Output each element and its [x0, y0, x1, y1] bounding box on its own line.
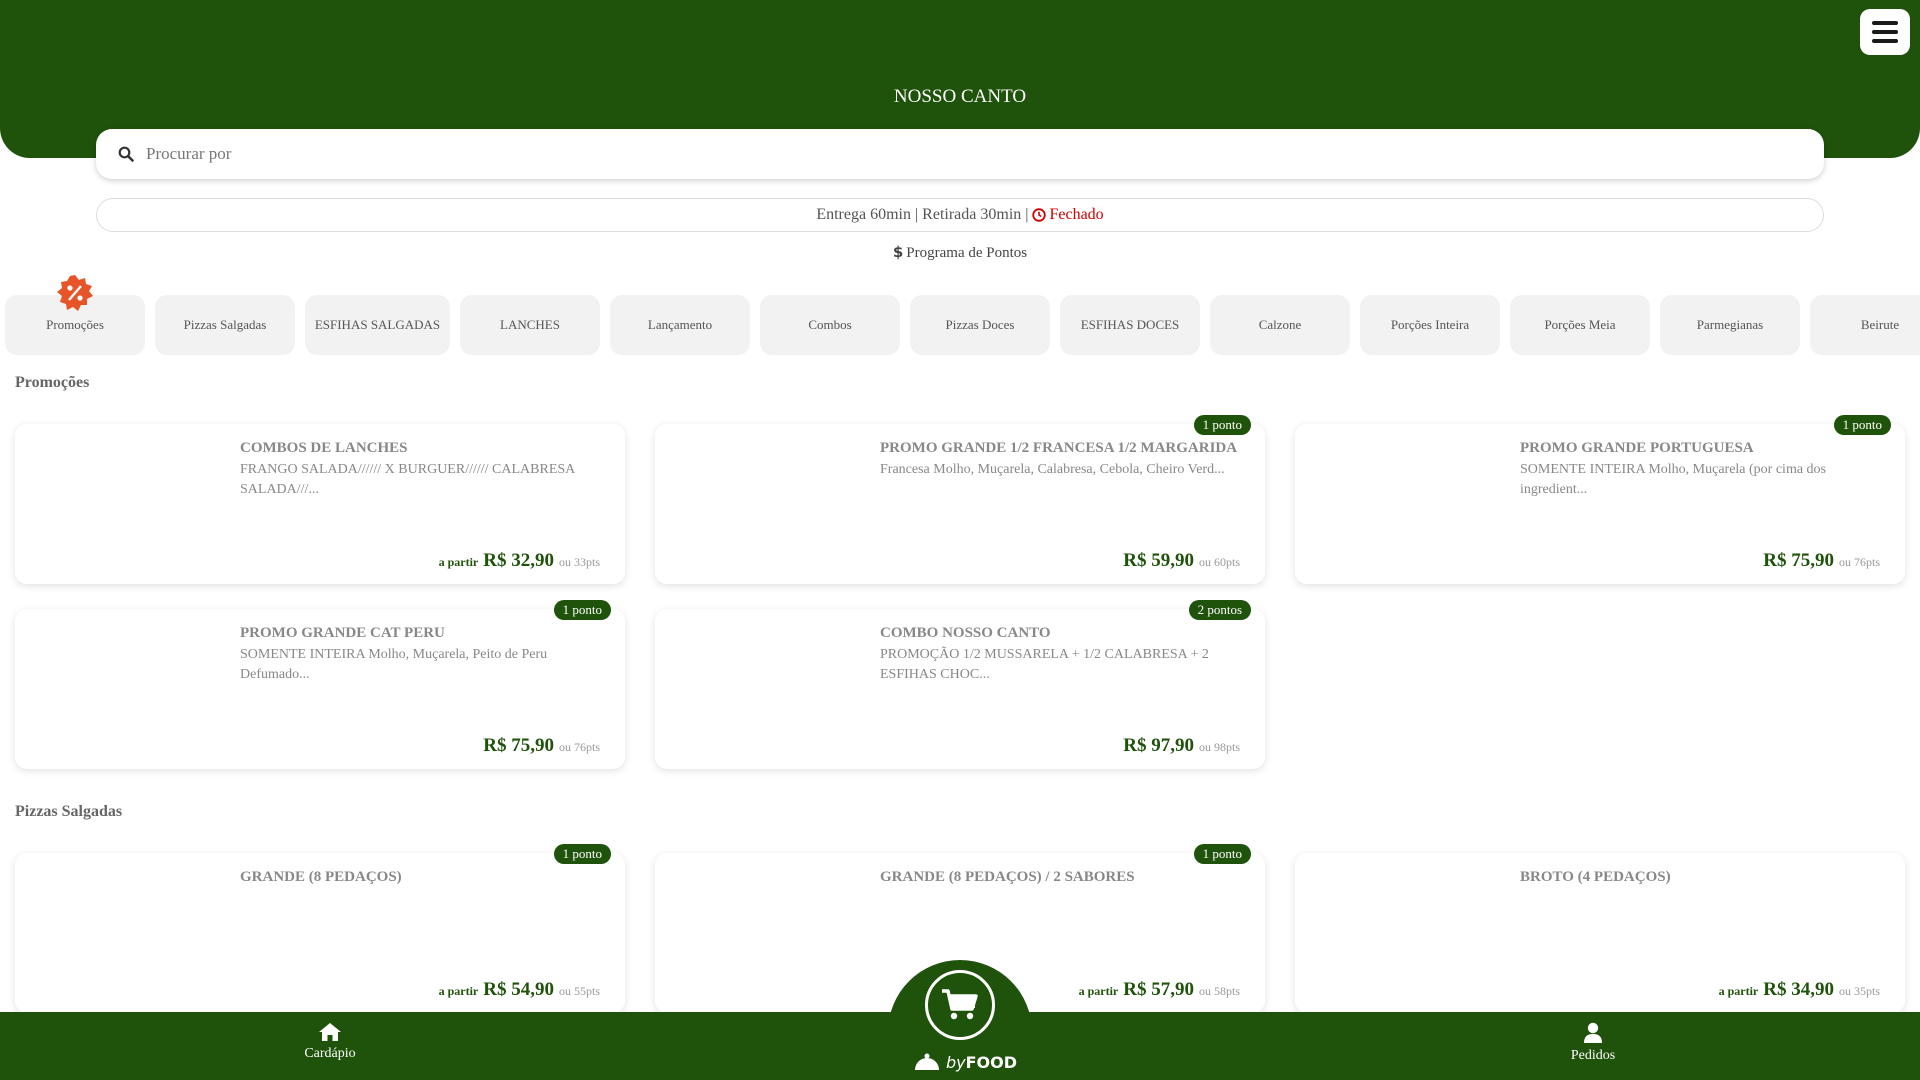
loyalty-program-link[interactable]: $ Programa de Pontos — [0, 243, 1920, 262]
search-box[interactable] — [96, 129, 1824, 179]
discount-badge-icon — [57, 275, 93, 311]
points-badge: 1 ponto — [1193, 844, 1251, 864]
points-badge: 1 ponto — [553, 844, 611, 864]
category-chip-calzone[interactable]: Calzone — [1210, 295, 1350, 355]
product-name: GRANDE (8 PEDAÇOS) / 2 SABORES — [880, 869, 1135, 885]
clock-icon — [1032, 208, 1047, 222]
category-chip-beirute[interactable]: Beirute — [1810, 295, 1920, 355]
product-price: a partir R$ 32,90 ou 33pts — [438, 550, 600, 571]
points-badge: 1 ponto — [1193, 415, 1251, 435]
product-description: FRANGO SALADA////// X BURGUER////// CALA… — [240, 462, 575, 497]
product-card[interactable]: 1 ponto PROMO GRANDE 1/2 FRANCESA 1/2 MA… — [655, 415, 1265, 584]
category-chip-lanches[interactable]: LANCHES — [460, 295, 600, 355]
category-chip-esfihas-doces[interactable]: ESFIHAS DOCES — [1060, 295, 1200, 355]
category-chip-porcoes-meia[interactable]: Porções Meia — [1510, 295, 1650, 355]
product-name: PROMO GRANDE CAT PERU — [240, 625, 445, 641]
product-name: COMBO NOSSO CANTO — [880, 625, 1051, 641]
search-input[interactable] — [146, 144, 1646, 164]
product-description: PROMOÇÃO 1/2 MUSSARELA + 1/2 CALABRESA +… — [880, 647, 1209, 682]
home-icon — [319, 1023, 341, 1041]
product-card[interactable]: BROTO (4 PEDAÇOS) a partir R$ 34,90 ou 3… — [1295, 853, 1905, 1013]
product-description: SOMENTE INTEIRA Molho, Muçarela, Peito d… — [240, 647, 548, 682]
category-bar: Promoções Pizzas Salgadas ESFIHAS SALGAD… — [5, 275, 1920, 355]
product-card[interactable]: 1 ponto GRANDE (8 PEDAÇOS) a partir R$ 5… — [15, 844, 625, 1013]
category-chip-lancamento[interactable]: Lançamento — [610, 295, 750, 355]
product-card[interactable]: 1 ponto PROMO GRANDE PORTUGUESA SOMENTE … — [1295, 415, 1905, 584]
delivery-times: Entrega 60min | Retirada 30min | — [816, 206, 1029, 223]
product-price: R$ 59,90 ou 60pts — [1123, 550, 1240, 571]
product-name: COMBOS DE LANCHES — [240, 440, 408, 456]
category-chip-pizzas-salgadas[interactable]: Pizzas Salgadas — [155, 295, 295, 355]
delivery-status-bar: Entrega 60min | Retirada 30min | Fechado — [96, 198, 1824, 232]
category-chip-esfihas-salgadas[interactable]: ESFIHAS SALGADAS — [305, 295, 450, 355]
product-name: BROTO (4 PEDAÇOS) — [1520, 869, 1671, 885]
product-price: a partir R$ 57,90 ou 58pts — [1078, 979, 1240, 1000]
category-chip-pizzas-doces[interactable]: Pizzas Doces — [910, 295, 1050, 355]
menu-button[interactable] — [1860, 9, 1910, 55]
closed-label: Fechado — [1049, 206, 1104, 223]
product-price: R$ 97,90 ou 98pts — [1123, 735, 1240, 756]
section-title-promocoes: Promoções — [15, 374, 90, 391]
category-chip-combos[interactable]: Combos — [760, 295, 900, 355]
user-icon — [1584, 1022, 1602, 1043]
cart-button[interactable] — [925, 970, 995, 1040]
points-badge: 2 pontos — [1188, 600, 1251, 620]
product-card[interactable]: COMBOS DE LANCHES FRANGO SALADA////// X … — [15, 424, 625, 584]
category-chip-promocoes[interactable]: Promoções — [5, 275, 145, 355]
product-price: a partir R$ 34,90 ou 35pts — [1718, 979, 1880, 1000]
section-title-pizzas-salgadas: Pizzas Salgadas — [15, 803, 123, 820]
closed-status: Fechado — [1032, 206, 1104, 224]
points-badge: 1 ponto — [553, 600, 611, 620]
store-name: NOSSO CANTO — [893, 86, 1027, 107]
category-chip-porcoes-inteira[interactable]: Porções Inteira — [1360, 295, 1500, 355]
product-name: PROMO GRANDE PORTUGUESA — [1520, 440, 1754, 456]
byfood-logo: byFOOD — [912, 1052, 1017, 1072]
hamburger-icon — [1872, 21, 1898, 25]
product-description: SOMENTE INTEIRA Molho, Muçarela (por cim… — [1520, 462, 1826, 497]
product-card[interactable]: 2 pontos COMBO NOSSO CANTO PROMOÇÃO 1/2 … — [655, 600, 1265, 769]
product-price: R$ 75,90 ou 76pts — [483, 735, 600, 756]
cart-icon — [942, 989, 978, 1020]
nav-pedidos[interactable]: Pedidos — [1533, 1022, 1653, 1064]
loyalty-label: Programa de Pontos — [906, 245, 1028, 261]
dollar-icon: $ — [892, 243, 904, 261]
product-price: R$ 75,90 ou 76pts — [1763, 550, 1880, 571]
chef-hat-icon — [915, 1053, 939, 1070]
category-chip-parmegianas[interactable]: Parmegianas — [1660, 295, 1800, 355]
product-price: a partir R$ 54,90 ou 55pts — [438, 979, 600, 1000]
points-badge: 1 ponto — [1833, 415, 1891, 435]
product-description: Francesa Molho, Muçarela, Calabresa, Ceb… — [880, 462, 1225, 477]
search-icon — [118, 146, 134, 162]
product-name: PROMO GRANDE 1/2 FRANCESA 1/2 MARGARIDA — [880, 440, 1238, 456]
nav-cardapio[interactable]: Cardápio — [270, 1022, 390, 1062]
product-name: GRANDE (8 PEDAÇOS) — [240, 869, 402, 885]
product-card[interactable]: 1 ponto PROMO GRANDE CAT PERU SOMENTE IN… — [15, 600, 625, 769]
